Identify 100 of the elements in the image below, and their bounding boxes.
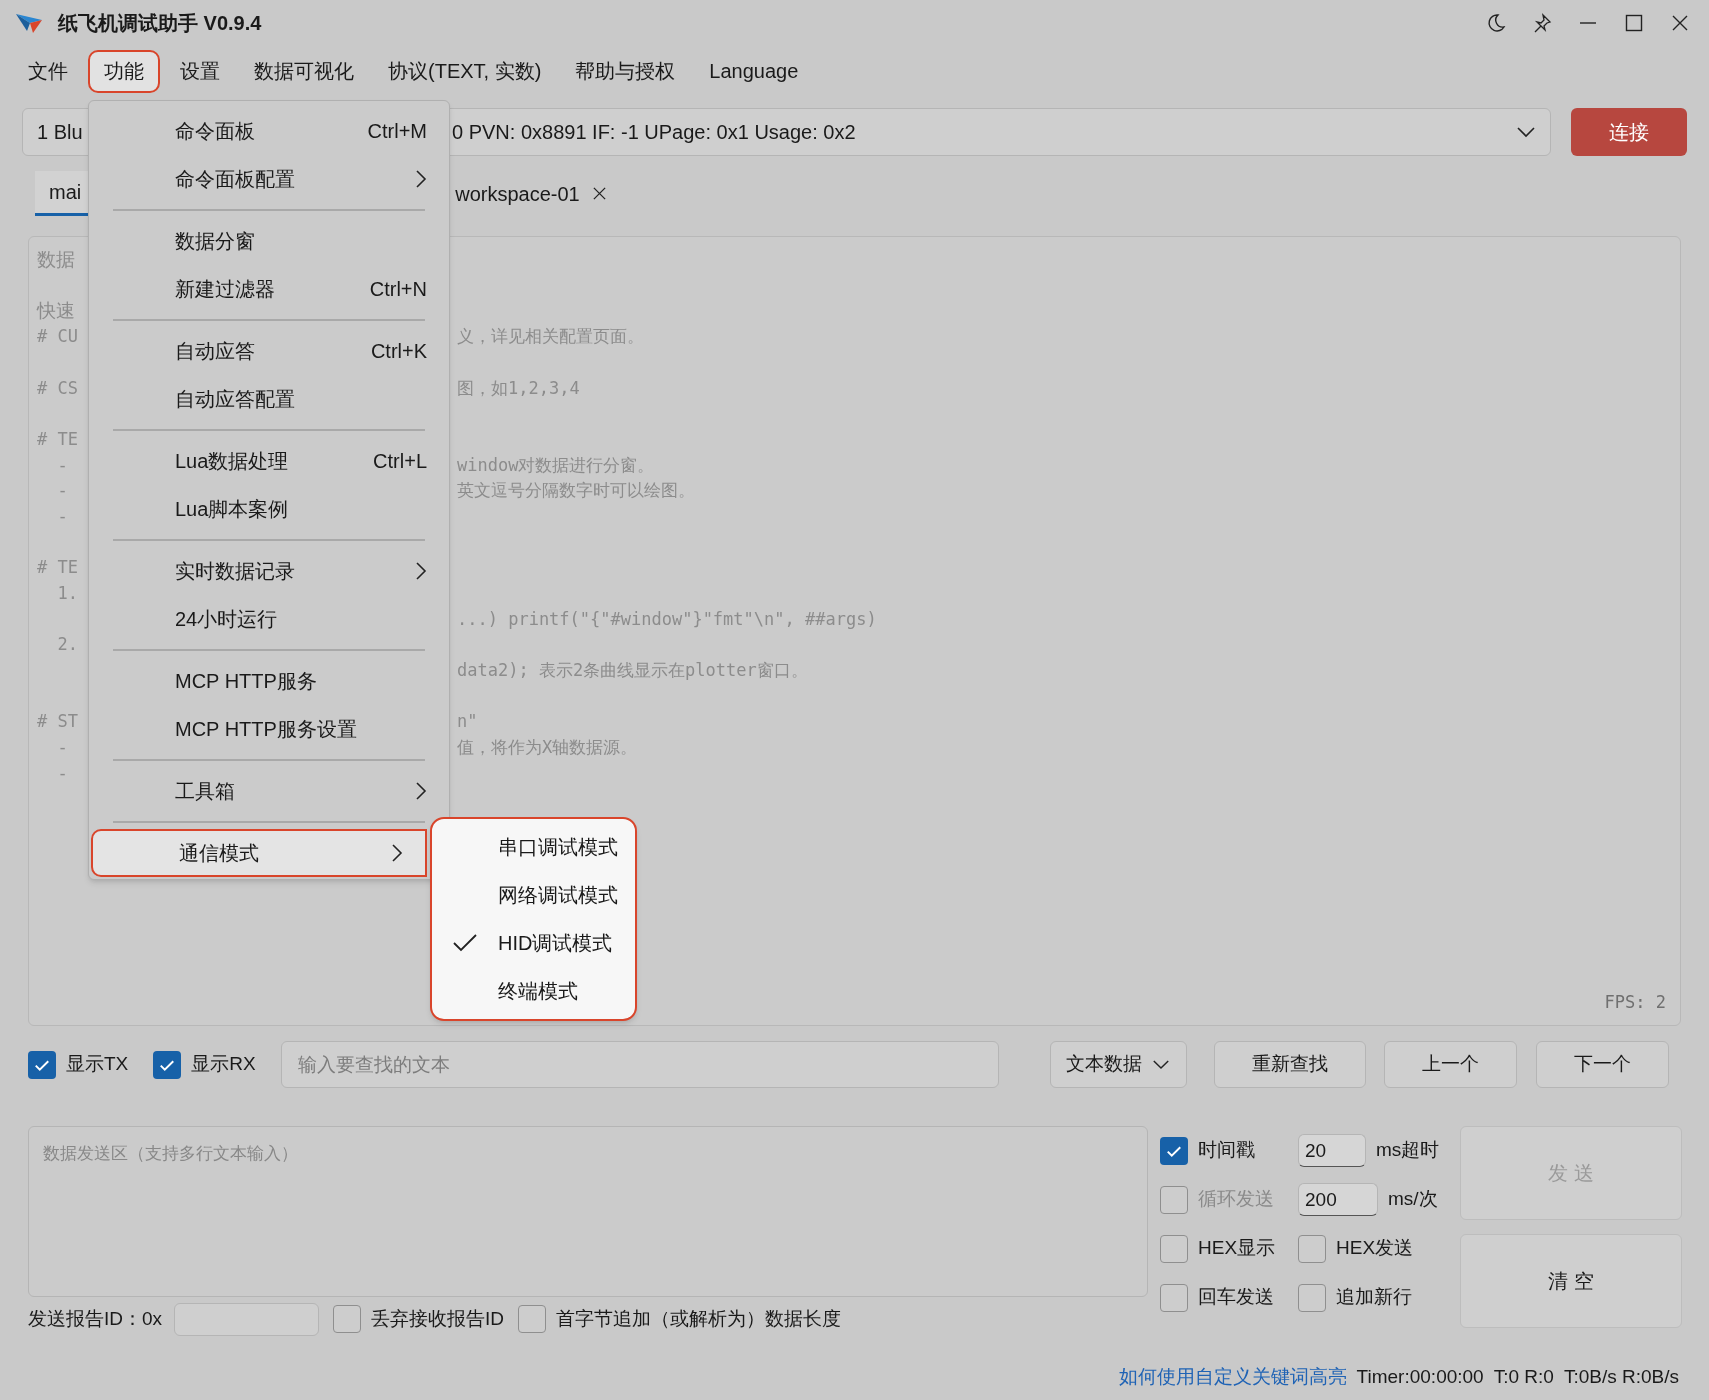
menu-bar-item[interactable]: 协议(TEXT, 实数) (374, 49, 556, 93)
menu-item[interactable]: Lua脚本案例 (89, 485, 449, 533)
text-line: - (56, 505, 68, 526)
moon-icon[interactable] (1486, 12, 1506, 33)
search-button[interactable]: 上一个 (1383, 1041, 1517, 1088)
menu-item[interactable]: 24小时运行 (89, 595, 449, 643)
menu-item[interactable]: 新建过滤器 Ctrl+N (89, 265, 449, 313)
fps-label: FPS: 2 (1604, 990, 1666, 1014)
checkbox[interactable] (1160, 1283, 1188, 1312)
chevron-down-icon (1152, 1059, 1171, 1070)
shortcut-text: Ctrl+K (370, 339, 427, 364)
window-title: 纸飞机调试助手 V0.9.4 (58, 10, 262, 36)
chevron-right-icon (415, 169, 427, 189)
submenu-item[interactable]: 终端模式 (432, 967, 635, 1015)
checkbox-label: HEX显示 (1198, 1236, 1276, 1261)
pin-icon[interactable] (1532, 12, 1552, 33)
checkbox-label: 追加新行 (1336, 1285, 1412, 1310)
chevron-right-icon (415, 781, 427, 801)
text-line: # CU (37, 326, 78, 347)
checkbox-label: 循环发送 (1198, 1187, 1274, 1212)
search-button[interactable]: 下一个 (1535, 1041, 1669, 1088)
text-line: # TE (37, 557, 78, 578)
report-id-label: 发送报告ID：0x (28, 1306, 163, 1331)
text-line: 快速 (37, 299, 75, 321)
checkbox-label: HEX发送 (1336, 1236, 1414, 1261)
unit-label: ms/次 (1388, 1187, 1438, 1212)
connect-button[interactable]: 连接 (1571, 108, 1687, 156)
checkbox[interactable] (28, 1050, 56, 1079)
submenu-item[interactable]: 串口调试模式 (432, 823, 635, 871)
text-line: ...) printf("{"#window"}"fmt"\n", ##args) (457, 607, 877, 631)
menu-item[interactable]: 自动应答配置 (89, 375, 449, 423)
menu-item[interactable]: MCP HTTP服务设置 (89, 705, 449, 753)
checkbox-label: 时间戳 (1198, 1138, 1255, 1163)
text-line: 值，将作为X轴数据源。 (457, 736, 638, 760)
text-line: window对数据进行分窗。 (457, 453, 655, 477)
shortcut-text: Ctrl+L (373, 449, 427, 474)
close-tab-icon[interactable] (591, 186, 607, 201)
text-line: - (56, 454, 68, 475)
text-line: - (56, 480, 68, 501)
checkbox[interactable] (518, 1305, 547, 1333)
menu-item[interactable]: 自动应答 Ctrl+K (89, 327, 449, 375)
clear-button[interactable]: 清 空 (1460, 1234, 1682, 1328)
menu-item[interactable]: 数据分窗 (89, 217, 449, 265)
text-line: 英文逗号分隔数字时可以绘图。 (457, 479, 695, 503)
text-line: # TE (37, 428, 78, 449)
submenu-item[interactable]: 网络调试模式 (432, 871, 635, 919)
help-link[interactable]: 如何使用自定义关键词高亮 (1118, 1362, 1347, 1392)
text-line: 1. (56, 583, 78, 604)
dropdown-value: 1 Blu (37, 121, 83, 143)
checkbox[interactable] (153, 1050, 182, 1079)
checkbox-label: 丢弃接收报告ID (371, 1306, 505, 1331)
menu-item[interactable]: MCP HTTP服务 (89, 657, 449, 705)
chevron-right-icon (415, 561, 427, 581)
text-line: 义，详见相关配置页面。 (457, 325, 644, 349)
menu-item[interactable]: 通信模式 (91, 829, 427, 877)
menu-bar-item[interactable]: Language (695, 49, 813, 93)
menu-bar-item[interactable]: 功能 (88, 49, 160, 93)
submenu-item[interactable]: HID调试模式 (432, 919, 635, 967)
report-id-field[interactable] (174, 1302, 320, 1336)
unit-label: ms超时 (1376, 1138, 1440, 1163)
number-field[interactable]: 20 (1298, 1134, 1366, 1167)
search-field[interactable]: 输入要查找的文本 (280, 1041, 999, 1088)
checkbox[interactable] (1298, 1283, 1326, 1312)
chevron-down-icon[interactable] (1516, 126, 1536, 138)
menu-item[interactable]: Lua数据处理 Ctrl+L (89, 437, 449, 485)
chevron-right-icon (391, 843, 403, 863)
send-data-field[interactable]: 数据发送区（支持多行文本输入） (28, 1126, 1148, 1297)
checkbox-label: 显示RX (191, 1052, 256, 1077)
menu-item[interactable]: 工具箱 (89, 767, 449, 815)
text-line: 2. (56, 634, 78, 655)
checkbox[interactable] (1160, 1234, 1188, 1263)
maximize-icon[interactable] (1624, 12, 1644, 33)
menu-bar-item[interactable]: 设置 (166, 49, 234, 93)
menu-bar-item[interactable]: 数据可视化 (240, 49, 368, 93)
checkmark-icon (452, 933, 478, 953)
text-line: - (56, 737, 68, 758)
menu-bar-item[interactable]: 帮助与授权 (561, 49, 690, 93)
rates-text: T:0B/s R:0B/s (1563, 1364, 1679, 1389)
text-line: data2); 表示2条曲线显示在plotter窗口。 (457, 659, 808, 683)
checkbox[interactable] (1160, 1136, 1188, 1165)
checkbox-label: 回车发送 (1198, 1285, 1274, 1310)
text-line: - (56, 762, 68, 783)
menu-bar-item[interactable]: 文件 (14, 49, 82, 93)
text-line: # CS (37, 377, 78, 398)
timer-text: Timer:00:00:00 (1356, 1364, 1484, 1389)
shortcut-text: Ctrl+N (369, 277, 427, 302)
menu-item[interactable]: 命令面板 Ctrl+M (89, 107, 449, 155)
checkbox-label: 首字节追加（或解析为）数据长度 (556, 1306, 842, 1331)
number-field[interactable]: 200 (1298, 1183, 1378, 1216)
format-dropdown[interactable]: 文本数据 (1049, 1041, 1187, 1088)
text-line: # ST (37, 711, 78, 732)
menu-item[interactable]: 实时数据记录 (89, 547, 449, 595)
checkbox[interactable] (333, 1305, 362, 1333)
search-button[interactable]: 重新查找 (1213, 1041, 1366, 1088)
text-line: n" (457, 710, 478, 734)
shortcut-text: Ctrl+M (367, 119, 427, 144)
checkbox[interactable] (1298, 1234, 1326, 1263)
counts-text: T:0 R:0 (1493, 1364, 1554, 1389)
checkbox-label: 显示TX (66, 1052, 129, 1077)
dropdown-value: 0 PVN: 0x8891 IF: -1 UPage: 0x1 Usage: 0x2 (452, 120, 856, 145)
